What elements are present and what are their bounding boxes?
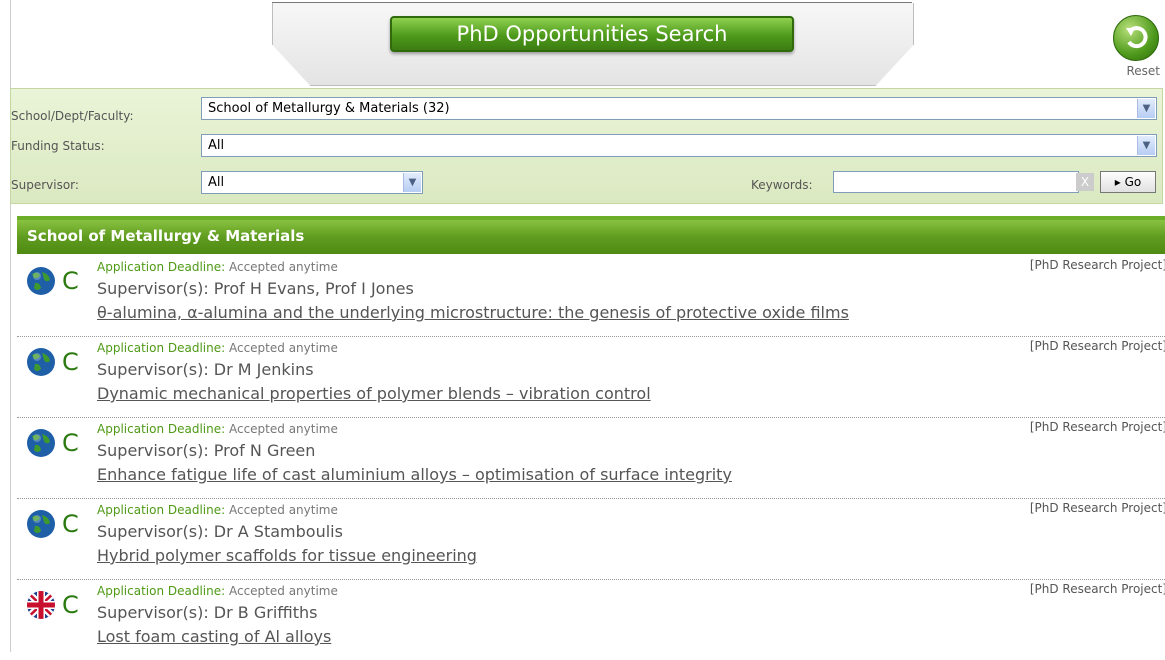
- chevron-down-icon: ▼: [1137, 136, 1155, 155]
- supervisor-text: Supervisor(s): Prof H Evans, Prof I Jone…: [97, 279, 414, 298]
- deadline-label: Application Deadline:: [97, 584, 226, 598]
- globe-icon: [27, 267, 55, 295]
- globe-icon: [27, 348, 55, 376]
- reset-label: Reset: [1126, 64, 1160, 78]
- list-item: C Application Deadline: Accepted anytime…: [17, 337, 1165, 418]
- project-type: [PhD Research Project]: [1029, 420, 1165, 434]
- supervisor-select-value: All: [208, 175, 225, 190]
- filter-panel: School/Dept/Faculty: School of Metallurg…: [10, 88, 1163, 204]
- deadline-value: Accepted anytime: [228, 584, 338, 598]
- study-mode-letter: C: [62, 591, 79, 619]
- application-deadline: Application Deadline: Accepted anytime: [97, 341, 338, 355]
- supervisor-text: Supervisor(s): Dr A Stamboulis: [97, 522, 343, 541]
- project-title-link[interactable]: Dynamic mechanical properties of polymer…: [97, 384, 651, 403]
- funding-select[interactable]: All ▼: [201, 134, 1157, 157]
- list-item: C Application Deadline: Accepted anytime…: [17, 580, 1165, 660]
- project-type: [PhD Research Project]: [1029, 339, 1165, 353]
- application-deadline: Application Deadline: Accepted anytime: [97, 422, 338, 436]
- list-item: C Application Deadline: Accepted anytime…: [17, 418, 1165, 499]
- supervisor-select[interactable]: All ▼: [201, 171, 423, 194]
- keywords-label: Keywords:: [751, 178, 813, 192]
- clear-keywords-button[interactable]: X: [1076, 173, 1094, 191]
- deadline-label: Application Deadline:: [97, 260, 226, 274]
- deadline-label: Application Deadline:: [97, 503, 226, 517]
- deadline-value: Accepted anytime: [228, 503, 338, 517]
- results-list: C Application Deadline: Accepted anytime…: [17, 256, 1165, 660]
- chevron-down-icon: ▼: [1137, 99, 1155, 118]
- supervisor-text: Supervisor(s): Dr M Jenkins: [97, 360, 314, 379]
- project-title-link[interactable]: Enhance fatigue life of cast aluminium a…: [97, 465, 732, 484]
- funding-label: Funding Status:: [11, 139, 105, 153]
- keywords-input[interactable]: [833, 171, 1079, 193]
- school-label: School/Dept/Faculty:: [11, 109, 134, 123]
- study-mode-letter: C: [62, 510, 79, 538]
- study-mode-letter: C: [62, 267, 79, 295]
- supervisor-text: Supervisor(s): Dr B Griffiths: [97, 603, 318, 622]
- globe-icon: [27, 510, 55, 538]
- project-title-link[interactable]: θ-alumina, α-alumina and the underlying …: [97, 303, 849, 322]
- project-type: [PhD Research Project]: [1029, 501, 1165, 515]
- page-title: PhD Opportunities Search: [390, 16, 794, 52]
- uk-flag-icon: [27, 591, 55, 619]
- funding-select-value: All: [208, 138, 225, 153]
- application-deadline: Application Deadline: Accepted anytime: [97, 584, 338, 598]
- reset-icon: [1113, 15, 1159, 61]
- reset-button[interactable]: Reset: [1110, 15, 1160, 85]
- project-title-link[interactable]: Hybrid polymer scaffolds for tissue engi…: [97, 546, 477, 565]
- project-type: [PhD Research Project]: [1029, 582, 1165, 596]
- deadline-label: Application Deadline:: [97, 341, 226, 355]
- project-type: [PhD Research Project]: [1029, 258, 1165, 272]
- deadline-value: Accepted anytime: [228, 341, 338, 355]
- header: PhD Opportunities Search Reset: [0, 0, 1165, 88]
- list-item: C Application Deadline: Accepted anytime…: [17, 256, 1165, 337]
- study-mode-letter: C: [62, 429, 79, 457]
- study-mode-letter: C: [62, 348, 79, 376]
- deadline-value: Accepted anytime: [228, 260, 338, 274]
- globe-icon: [27, 429, 55, 457]
- go-button[interactable]: ▸ Go: [1100, 171, 1156, 193]
- supervisor-text: Supervisor(s): Prof N Green: [97, 441, 316, 460]
- deadline-value: Accepted anytime: [228, 422, 338, 436]
- supervisor-label: Supervisor:: [11, 178, 79, 192]
- application-deadline: Application Deadline: Accepted anytime: [97, 260, 338, 274]
- list-item: C Application Deadline: Accepted anytime…: [17, 499, 1165, 580]
- deadline-label: Application Deadline:: [97, 422, 226, 436]
- school-select-value: School of Metallurgy & Materials (32): [208, 101, 450, 116]
- application-deadline: Application Deadline: Accepted anytime: [97, 503, 338, 517]
- section-heading: School of Metallurgy & Materials: [17, 216, 1165, 254]
- school-select[interactable]: School of Metallurgy & Materials (32) ▼: [201, 97, 1157, 120]
- project-title-link[interactable]: Lost foam casting of Al alloys: [97, 627, 331, 646]
- chevron-down-icon: ▼: [403, 173, 421, 192]
